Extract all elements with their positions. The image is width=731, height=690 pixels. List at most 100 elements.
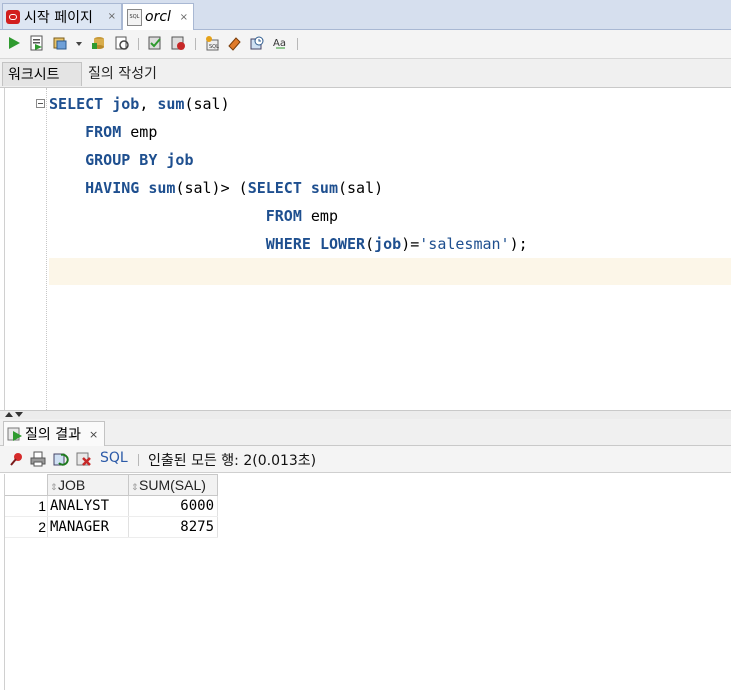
result-table: ⇕JOB ⇕SUM(SAL) 1 ANALYST 6000 2 MANAGER …: [5, 474, 218, 538]
table-row[interactable]: 1 ANALYST 6000: [5, 495, 218, 517]
sql-text: emp: [301, 207, 338, 225]
code-line: WHERE LOWER(job)='salesman');: [49, 230, 528, 258]
to-upper-lower-icon[interactable]: Aa: [272, 35, 288, 51]
close-icon[interactable]: ×: [108, 11, 116, 22]
sql-text: (: [365, 235, 375, 253]
query-result-icon: [7, 427, 22, 441]
worksheet-toolbar: SQL Aa: [0, 30, 731, 59]
tab-query-result[interactable]: 질의 결과 ×: [3, 421, 105, 446]
tab-orcl-label: orcl: [145, 9, 171, 25]
sql-string: 'salesman': [419, 235, 510, 253]
code-line: SELECT job, sum(sal): [49, 90, 230, 118]
cell-job[interactable]: MANAGER: [47, 516, 129, 538]
tab-worksheet[interactable]: 워크시트: [2, 62, 82, 86]
sql-text: ,: [139, 95, 158, 113]
current-line-highlight: [49, 258, 731, 285]
worksheet-subtab-bar: 워크시트 질의 작성기: [0, 59, 731, 88]
run-statement-icon[interactable]: [6, 35, 22, 51]
sql-keyword: job: [166, 151, 194, 169]
tab-start-page[interactable]: 시작 페이지 ×: [2, 3, 122, 29]
svg-text:Aa: Aa: [273, 38, 286, 49]
column-header-job[interactable]: ⇕JOB: [47, 474, 129, 496]
refresh-icon[interactable]: [53, 451, 69, 467]
sql-text: (sal)> (: [175, 179, 248, 197]
sql-worksheet-icon: SQL: [127, 8, 142, 26]
sql-keyword: job: [374, 235, 402, 253]
table-row[interactable]: 2 MANAGER 8275: [5, 516, 218, 538]
code-line: FROM emp: [49, 118, 157, 146]
sql-keyword: sum: [148, 179, 176, 197]
sql-keyword: sum: [157, 95, 185, 113]
svg-text:SQL: SQL: [209, 44, 219, 50]
sql-keyword: FROM: [85, 123, 122, 141]
row-number-header: [5, 474, 48, 496]
toolbar-separator: [138, 454, 139, 466]
cell-sum-sal[interactable]: 6000: [128, 495, 218, 517]
sort-icon: ⇕: [50, 482, 58, 492]
sql-keyword: WHERE: [265, 235, 311, 253]
pin-icon[interactable]: [8, 451, 24, 467]
close-icon[interactable]: ×: [89, 428, 98, 441]
eraser-icon[interactable]: [226, 35, 242, 51]
toolbar-separator: [138, 38, 139, 50]
result-toolbar: SQL 인출된 모든 행: 2(0.013초): [0, 446, 731, 473]
sql-keyword: LOWER: [319, 235, 366, 253]
document-tab-bar: 시작 페이지 × SQL orcl ×: [0, 0, 731, 30]
history-icon[interactable]: [249, 35, 265, 51]
gutter-divider: [46, 88, 47, 410]
result-grid[interactable]: ⇕JOB ⇕SUM(SAL) 1 ANALYST 6000 2 MANAGER …: [4, 474, 731, 690]
fold-collapse-icon[interactable]: [36, 99, 45, 108]
tab-query-builder[interactable]: 질의 작성기: [88, 62, 157, 86]
rollback-icon[interactable]: [114, 35, 130, 51]
chevron-down-icon[interactable]: [74, 35, 84, 51]
sql-text: (sal): [184, 95, 230, 113]
print-icon[interactable]: [30, 451, 46, 467]
chevron-up-icon[interactable]: [5, 412, 13, 417]
sql-keyword: SELECT: [49, 95, 104, 113]
sql-keyword: HAVING: [85, 179, 140, 197]
cancel-icon[interactable]: [170, 35, 186, 51]
tab-orcl[interactable]: SQL orcl ×: [122, 3, 194, 30]
code-line: HAVING sum(sal)> (SELECT sum(sal): [49, 174, 383, 202]
cell-sum-sal[interactable]: 8275: [128, 516, 218, 538]
sql-link[interactable]: SQL: [100, 450, 128, 466]
commit-icon[interactable]: [91, 35, 107, 51]
explain-plan-icon[interactable]: [147, 35, 163, 51]
toolbar-separator: [195, 38, 196, 50]
sql-text: );: [509, 235, 528, 253]
sql-keyword: FROM: [265, 207, 302, 225]
sql-keyword: SELECT: [247, 179, 302, 197]
delete-icon[interactable]: [76, 451, 92, 467]
sql-text: )=: [401, 235, 420, 253]
column-header-sum-sal[interactable]: ⇕SUM(SAL): [128, 474, 218, 496]
query-result-label: 질의 결과: [25, 427, 81, 443]
result-tab-bar: 질의 결과 ×: [0, 419, 731, 446]
sql-keyword: GROUP BY: [85, 151, 158, 169]
close-icon[interactable]: ×: [180, 12, 188, 23]
sql-keyword: job: [112, 95, 140, 113]
sort-icon: ⇕: [131, 482, 139, 492]
code-line: FROM emp: [49, 202, 338, 230]
code-line: GROUP BY job: [49, 146, 194, 174]
chevron-down-icon[interactable]: [15, 412, 23, 417]
oracle-icon: [6, 9, 20, 24]
toolbar-separator: [297, 38, 298, 50]
row-number: 2: [5, 516, 48, 538]
fetch-status: 인출된 모든 행: 2(0.013초): [148, 453, 317, 469]
row-number: 1: [5, 495, 48, 517]
cell-job[interactable]: ANALYST: [47, 495, 129, 517]
run-script-icon[interactable]: [29, 35, 45, 51]
sql-tuning-icon[interactable]: SQL: [204, 35, 220, 51]
sql-keyword: sum: [310, 179, 338, 197]
autotrace-icon[interactable]: [52, 35, 68, 51]
sql-editor[interactable]: SELECT job, sum(sal) FROM emp GROUP BY j…: [4, 88, 731, 410]
